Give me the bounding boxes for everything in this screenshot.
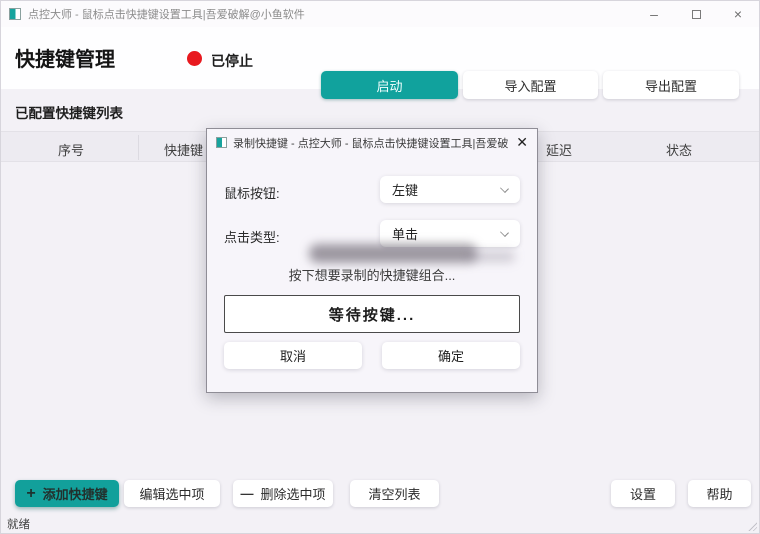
delete-selected-button[interactable]: — 删除选中项	[233, 480, 333, 507]
header: 快捷键管理 已停止 启动 导入配置 导出配置	[1, 27, 759, 89]
dialog-app-icon	[216, 137, 227, 148]
status-bar-text: 就绪	[7, 516, 30, 532]
app-window: 点控大师 - 鼠标点击快捷键设置工具|吾爱破解@小鱼软件 – × 快捷键管理 已…	[0, 0, 760, 534]
add-hotkey-button[interactable]: + 添加快捷键	[15, 480, 119, 507]
resize-grip[interactable]	[747, 521, 757, 531]
edit-selected-button[interactable]: 编辑选中项	[124, 480, 220, 507]
dialog-title: 录制快捷键 - 点控大师 - 鼠标点击快捷键设置工具|吾爱破解@...	[233, 135, 508, 151]
record-hotkey-dialog: 录制快捷键 - 点控大师 - 鼠标点击快捷键设置工具|吾爱破解@... ✕ 鼠标…	[206, 128, 538, 393]
status-text: 已停止	[211, 51, 253, 71]
wait-for-key-text: 等待按键...	[329, 304, 416, 325]
censor-blur	[309, 244, 477, 263]
column-header-status: 状态	[666, 140, 692, 159]
dialog-close-button[interactable]: ✕	[508, 134, 528, 151]
app-icon	[9, 8, 21, 20]
maximize-button[interactable]	[675, 1, 717, 27]
window-controls: – ×	[633, 1, 759, 27]
wait-for-key-box[interactable]: 等待按键...	[224, 295, 520, 333]
click-type-label: 点击类型:	[224, 227, 280, 246]
minimize-icon: –	[650, 6, 658, 22]
column-header-delay: 延迟	[546, 140, 572, 159]
censor-blur	[469, 251, 515, 262]
mouse-button-select[interactable]: 左键	[380, 176, 520, 203]
import-config-button[interactable]: 导入配置	[463, 71, 598, 99]
chevron-down-icon	[500, 184, 509, 193]
dialog-close-icon: ✕	[516, 134, 528, 150]
mouse-button-label: 鼠标按钮:	[224, 183, 280, 202]
record-hint-text: 按下想要录制的快捷键组合...	[207, 265, 537, 284]
delete-selected-label: 删除选中项	[260, 484, 325, 503]
window-title: 点控大师 - 鼠标点击快捷键设置工具|吾爱破解@小鱼软件	[28, 6, 305, 22]
maximize-icon	[692, 10, 701, 19]
close-icon: ×	[734, 6, 742, 22]
page-title: 快捷键管理	[15, 43, 115, 72]
column-divider	[138, 135, 139, 160]
help-button[interactable]: 帮助	[688, 480, 751, 507]
cancel-button[interactable]: 取消	[224, 342, 362, 369]
column-header-hotkey: 快捷键	[164, 140, 203, 159]
start-button[interactable]: 启动	[321, 71, 458, 99]
click-type-select[interactable]: 单击	[380, 220, 520, 247]
settings-button[interactable]: 设置	[611, 480, 675, 507]
plus-icon: +	[26, 486, 35, 502]
ok-button[interactable]: 确定	[382, 342, 520, 369]
minus-icon: —	[240, 487, 253, 500]
chevron-down-icon	[500, 228, 509, 237]
minimize-button[interactable]: –	[633, 1, 675, 27]
mouse-button-value: 左键	[392, 180, 418, 199]
close-button[interactable]: ×	[717, 1, 759, 27]
clear-list-button[interactable]: 清空列表	[350, 480, 439, 507]
column-header-seq: 序号	[1, 140, 141, 159]
export-config-button[interactable]: 导出配置	[603, 71, 739, 99]
dialog-title-bar: 录制快捷键 - 点控大师 - 鼠标点击快捷键设置工具|吾爱破解@... ✕	[207, 129, 537, 156]
list-section-title: 已配置快捷键列表	[15, 102, 123, 122]
add-hotkey-label: 添加快捷键	[43, 484, 108, 503]
status-dot-icon	[187, 51, 202, 66]
click-type-value: 单击	[392, 224, 418, 243]
